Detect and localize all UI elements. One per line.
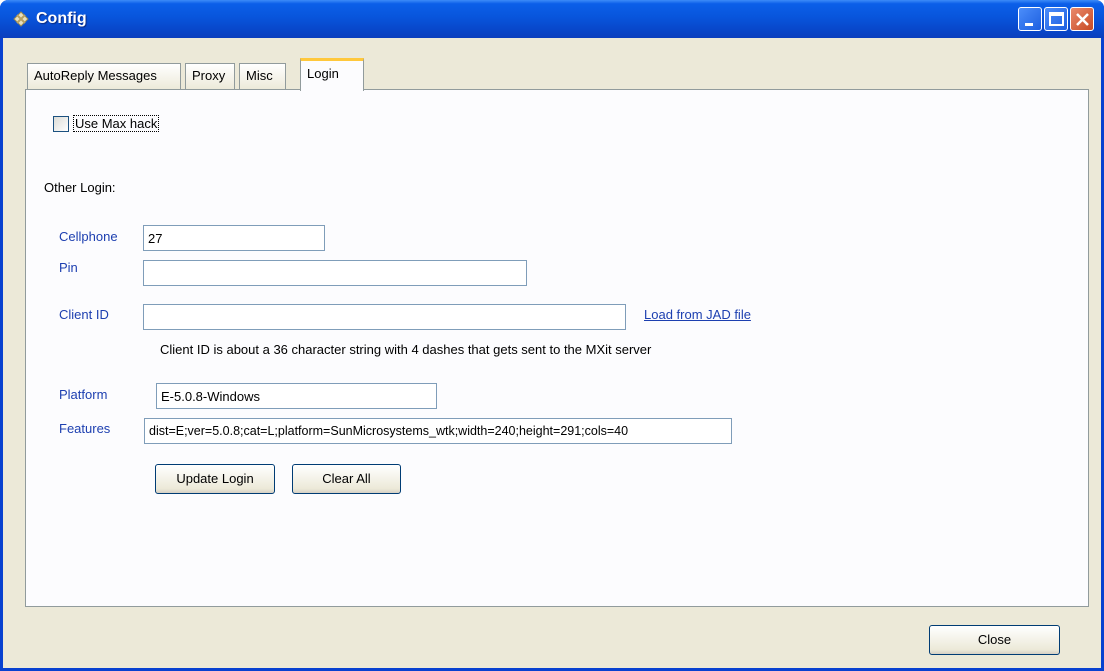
tab-login[interactable]: Login	[300, 58, 364, 91]
load-jad-link[interactable]: Load from JAD file	[644, 307, 751, 322]
client-id-field[interactable]	[143, 304, 626, 330]
close-window-button[interactable]	[1070, 7, 1094, 31]
max-hack-label: Use Max hack	[73, 115, 160, 132]
client-id-label: Client ID	[59, 307, 109, 322]
window-title: Config	[36, 10, 87, 27]
close-icon	[1076, 13, 1089, 26]
platform-field[interactable]: E-5.0.8-Windows	[156, 383, 437, 409]
minimize-icon	[1025, 23, 1033, 26]
minimize-button[interactable]	[1018, 7, 1042, 31]
clear-all-button[interactable]: Clear All	[292, 464, 401, 494]
pin-label: Pin	[59, 260, 78, 275]
features-field[interactable]: dist=E;ver=5.0.8;cat=L;platform=SunMicro…	[144, 418, 732, 444]
cellphone-label: Cellphone	[59, 229, 118, 244]
update-login-button[interactable]: Update Login	[155, 464, 275, 494]
platform-label: Platform	[59, 387, 108, 402]
client-id-hint: Client ID is about a 36 character string…	[160, 342, 652, 357]
max-hack-option[interactable]: Use Max hack	[53, 115, 160, 132]
maximize-icon	[1049, 12, 1064, 26]
features-label: Features	[59, 421, 111, 436]
app-icon	[13, 11, 29, 27]
tab-misc[interactable]: Misc	[239, 63, 286, 90]
other-login-heading: Other Login:	[44, 180, 116, 195]
tab-proxy[interactable]: Proxy	[185, 63, 235, 90]
close-button[interactable]: Close	[929, 625, 1060, 655]
maximize-button[interactable]	[1044, 7, 1068, 31]
tab-autoreply-messages[interactable]: AutoReply Messages	[27, 63, 181, 90]
title-bar[interactable]: Config	[0, 0, 1104, 38]
max-hack-checkbox[interactable]	[53, 115, 69, 132]
pin-field[interactable]	[143, 260, 527, 286]
cellphone-field[interactable]: 27	[143, 225, 325, 251]
